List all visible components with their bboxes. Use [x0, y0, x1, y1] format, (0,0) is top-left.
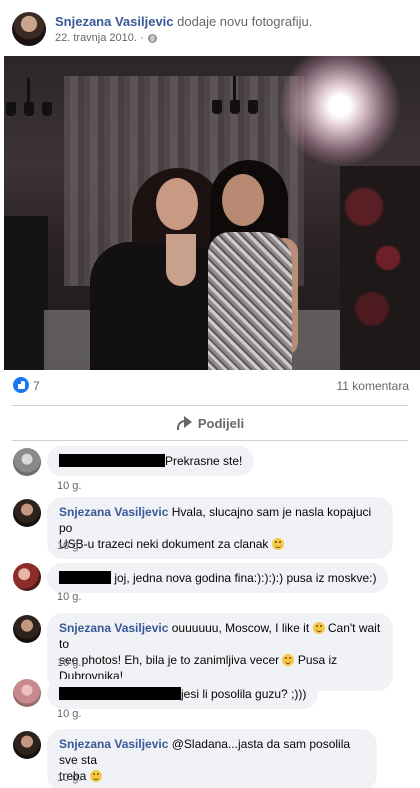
- comment-time[interactable]: 10 g.: [57, 480, 81, 492]
- author-name-link[interactable]: Snjezana Vasiljevic: [55, 14, 174, 29]
- redacted-name: [59, 454, 165, 467]
- comment-bubble: Snjezana Vasiljevic @Sladana...jasta da …: [47, 729, 377, 788]
- commenter-avatar[interactable]: [13, 563, 41, 591]
- post-photo[interactable]: [4, 56, 420, 370]
- comment-bubble: Snjezana Vasiljevic Hvala, slucajno sam …: [47, 497, 393, 559]
- smile-emoji-icon: [89, 770, 102, 782]
- reactions-row: 7 11 komentara: [0, 370, 420, 402]
- comment-text: joj, jedna nova godina fina:):):):) pusa…: [114, 571, 377, 585]
- commenter-avatar[interactable]: [13, 499, 41, 527]
- globe-icon: [147, 33, 157, 43]
- share-icon: [176, 416, 192, 430]
- author-action: dodaje novu fotografiju.: [177, 14, 313, 29]
- person-left-face: [156, 178, 198, 230]
- comment-bubble: Prekrasne ste!: [47, 446, 255, 476]
- redacted-name: [59, 571, 111, 584]
- like-icon[interactable]: [13, 377, 29, 393]
- comment-time[interactable]: 10 g.: [57, 708, 81, 720]
- comment-text-line-2: USB-u trazeci neki dokument za clanak: [59, 537, 269, 551]
- share-label: Podijeli: [197, 415, 245, 431]
- photo-plant: [340, 166, 420, 370]
- person-left-neck: [166, 234, 196, 286]
- commenter-avatar[interactable]: [13, 615, 41, 643]
- comment-text: Prekrasne ste!: [165, 454, 243, 468]
- commenter-name-link[interactable]: Snjezana Vasiljevic: [59, 737, 168, 751]
- comment-time[interactable]: 10 g.: [57, 540, 81, 552]
- chandelier-right: [212, 76, 258, 114]
- person-right-dress: [208, 232, 292, 370]
- divider-bottom: [12, 440, 408, 441]
- commenter-avatar[interactable]: [13, 448, 41, 476]
- post-header: Snjezana Vasiljevic dodaje novu fotograf…: [0, 0, 420, 56]
- person-right-face: [222, 174, 264, 226]
- comment-time[interactable]: 10 g.: [57, 591, 81, 603]
- comment-count-link[interactable]: 11 komentara: [337, 379, 410, 393]
- commenter-avatar[interactable]: [13, 731, 41, 759]
- comment-text: jesi li posolila guzu? ;))): [181, 687, 307, 701]
- author-avatar[interactable]: [12, 12, 46, 46]
- photo-left-wall: [4, 216, 48, 370]
- author-line: Snjezana Vasiljevic dodaje novu fotograf…: [55, 14, 312, 29]
- smile-emoji-icon: [282, 654, 295, 666]
- like-count[interactable]: 7: [33, 379, 40, 393]
- commenter-name-link[interactable]: Snjezana Vasiljevic: [59, 621, 168, 635]
- comment-time[interactable]: 10 g.: [57, 772, 81, 784]
- comment-text-line-2: see photos! Eh, bila je to zanimljiva ve…: [59, 653, 280, 667]
- photo-light-glare: [280, 56, 400, 166]
- share-button[interactable]: Podijeli: [0, 408, 420, 438]
- divider-top: [12, 405, 408, 406]
- comment-time[interactable]: 10 g.: [57, 657, 81, 669]
- post-meta: 22. travnja 2010. ·: [55, 32, 157, 44]
- commenter-avatar[interactable]: [13, 679, 41, 707]
- commenter-name-link[interactable]: Snjezana Vasiljevic: [59, 505, 168, 519]
- redacted-name: [59, 687, 181, 700]
- chandelier-left: [6, 78, 52, 116]
- comment-text-line-1: ouuuuuu, Moscow, I like it: [171, 621, 310, 635]
- comment-bubble: jesi li posolila guzu? ;))): [47, 679, 319, 709]
- post-date[interactable]: 22. travnja 2010. ·: [55, 32, 144, 44]
- person-left-body: [90, 242, 222, 370]
- comment-bubble: joj, jedna nova godina fina:):):):) pusa…: [47, 563, 389, 593]
- smile-emoji-icon: [271, 538, 284, 550]
- smile-emoji-icon: [312, 622, 325, 634]
